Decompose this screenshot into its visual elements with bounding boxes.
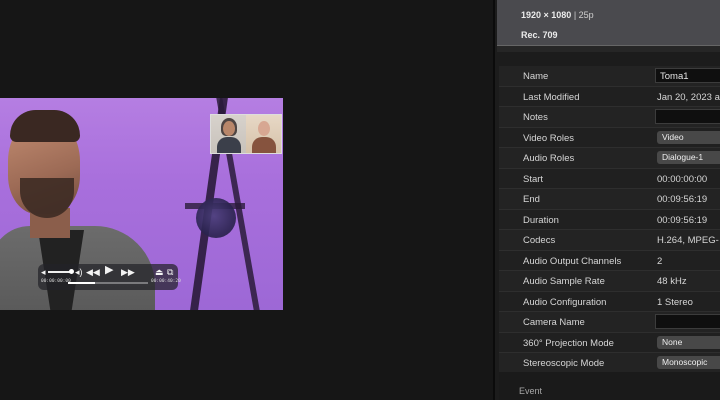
property-popup-value: Monoscopic — [662, 357, 708, 367]
property-row: Camera Name — [499, 312, 720, 333]
property-popup-menu[interactable]: Monoscopic — [657, 356, 720, 369]
play-icon[interactable]: ▶ — [105, 265, 113, 276]
property-label: Start — [523, 173, 544, 185]
studio-light — [196, 198, 236, 238]
video-frame[interactable]: ◂ ◂) ◀◀ ▶ ▶▶ ⏏ ⧉ 00:00:00:00 00:00:40:20 — [0, 98, 283, 310]
property-text-field[interactable] — [655, 109, 720, 124]
property-popup-menu[interactable]: None — [657, 335, 720, 349]
scrubber-progress — [68, 282, 96, 284]
property-label: 360° Projection Mode — [523, 337, 614, 349]
pip-participant — [211, 115, 246, 153]
playback-controls: ◂ ◂) ◀◀ ▶ ▶▶ ⏏ ⧉ 00:00:00:00 00:00:40:20 — [38, 264, 181, 290]
property-row: Audio Configuration 1 Stereo — [499, 291, 720, 312]
scrubber[interactable] — [68, 282, 148, 284]
volume-low-icon[interactable]: ◂ — [41, 268, 46, 277]
property-row: Last Modified Jan 20, 2023 a — [499, 86, 720, 107]
property-row: 360° Projection Mode None — [499, 332, 720, 353]
property-value: 2 — [657, 255, 663, 267]
property-value: 1 Stereo — [657, 296, 693, 308]
property-row: Audio Sample Rate 48 kHz — [499, 271, 720, 292]
fast-forward-icon[interactable]: ▶▶ — [121, 268, 135, 277]
property-label: Audio Output Channels — [523, 255, 622, 267]
clip-format-summary: 1920 × 1080 | 25p Rec. 709 — [497, 0, 720, 46]
divider — [497, 46, 720, 52]
property-row: Video Roles Video — [499, 127, 720, 148]
property-row: End 00:09:56:19 — [499, 189, 720, 210]
inspector-panel: 1920 × 1080 | 25p Rec. 709 Name Toma1 Last… — [493, 0, 720, 400]
property-text-field[interactable]: Toma1 — [655, 68, 720, 83]
property-label: Last Modified — [523, 91, 580, 103]
volume-slider[interactable] — [48, 269, 74, 274]
property-value: Jan 20, 2023 a — [657, 91, 720, 103]
property-row: Notes — [499, 107, 720, 128]
property-popup-value: Video — [662, 131, 684, 142]
viewer: ◂ ◂) ◀◀ ▶ ▶▶ ⏏ ⧉ 00:00:00:00 00:00:40:20 — [0, 0, 493, 400]
property-popup-menu[interactable]: Video — [657, 130, 720, 144]
property-text-field[interactable] — [655, 314, 720, 329]
frame-rate: 25p — [578, 10, 594, 20]
property-label: Stereoscopic Mode — [523, 358, 605, 369]
section-label: Event — [519, 386, 543, 396]
property-label: Audio Roles — [523, 153, 575, 164]
property-value: H.264, MPEG- — [657, 235, 719, 246]
property-popup-value: Dialogue-1 — [662, 152, 704, 162]
property-value: 00:09:56:19 — [657, 214, 708, 226]
property-row: Duration 00:09:56:19 — [499, 209, 720, 230]
property-value: 00:09:56:19 — [657, 194, 708, 205]
property-field-value: Toma1 — [660, 71, 689, 82]
property-label: Video Roles — [523, 132, 575, 144]
property-popup-value: None — [662, 336, 683, 347]
property-popup-menu[interactable]: Dialogue-1 — [657, 151, 720, 164]
properties-list: Name Toma1 Last Modified Jan 20, 2023 a Note… — [499, 66, 720, 374]
property-label: Audio Configuration — [523, 296, 607, 308]
property-label: Notes — [523, 112, 548, 123]
property-label: Name — [523, 71, 549, 82]
property-label: Audio Sample Rate — [523, 276, 605, 287]
rewind-icon[interactable]: ◀◀ — [86, 268, 100, 277]
property-row: Audio Output Channels 2 — [499, 250, 720, 271]
property-row: Name Toma1 — [499, 66, 720, 87]
airplay-icon[interactable]: ⏏ — [155, 268, 164, 277]
property-row: Audio Roles Dialogue-1 — [499, 148, 720, 169]
color-space: Rec. 709 — [521, 30, 558, 40]
volume-high-icon[interactable]: ◂) — [75, 268, 83, 277]
current-time: 00:00:00:00 — [41, 279, 71, 284]
property-label: Duration — [523, 214, 559, 226]
pip-icon[interactable]: ⧉ — [167, 268, 173, 277]
property-row: Start 00:00:00:00 — [499, 168, 720, 189]
picture-in-picture — [210, 114, 282, 154]
pip-participant — [246, 115, 281, 153]
property-label: Codecs — [523, 235, 556, 246]
property-value: 00:00:00:00 — [657, 173, 708, 185]
duration-time: 00:00:40:20 — [151, 279, 181, 284]
property-label: Camera Name — [523, 317, 585, 328]
property-value: 48 kHz — [657, 276, 687, 287]
property-label: End — [523, 194, 540, 205]
property-row: Codecs H.264, MPEG- — [499, 230, 720, 251]
property-row: Stereoscopic Mode Monoscopic — [499, 353, 720, 374]
resolution: 1920 × 1080 — [521, 10, 572, 20]
